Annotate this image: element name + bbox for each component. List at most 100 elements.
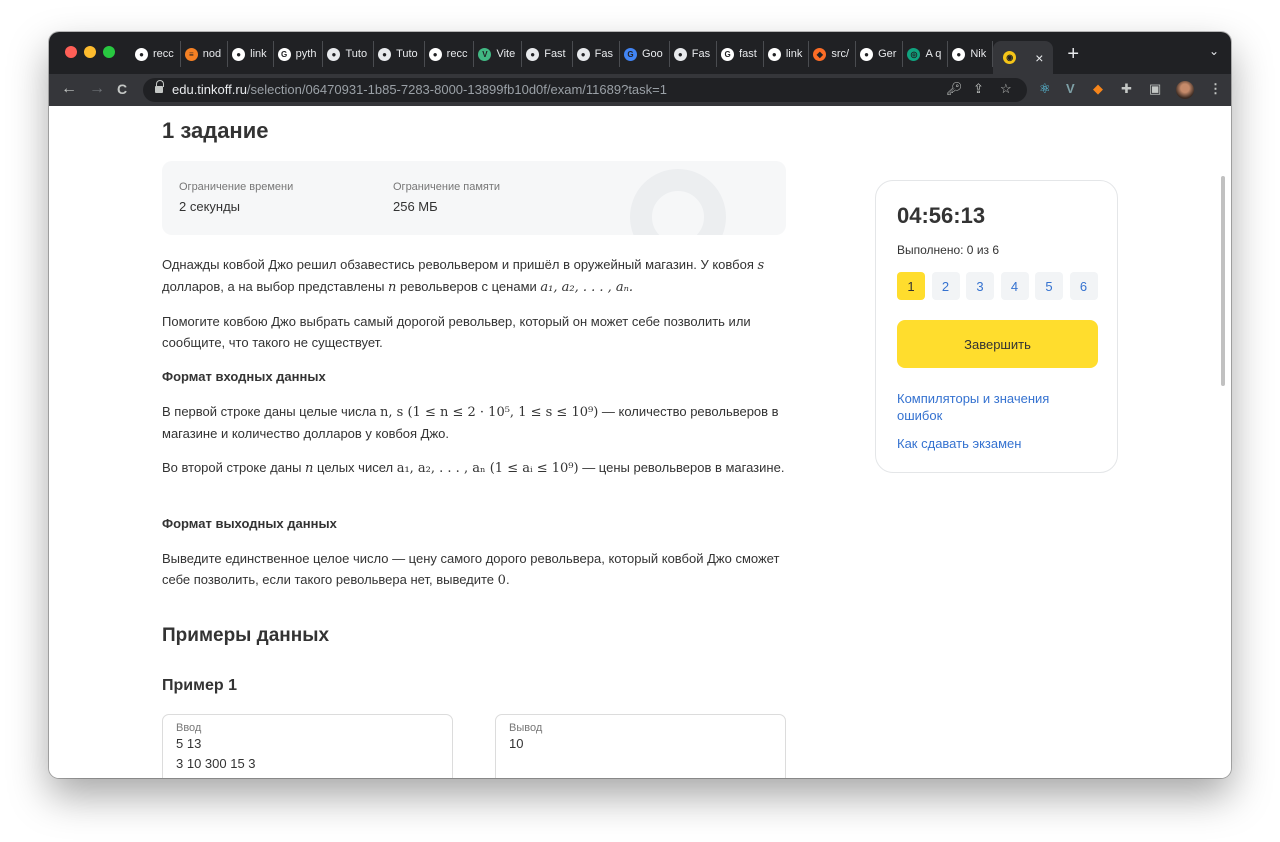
dark-circle-icon: ●: [576, 47, 590, 61]
extensions-puzzle-icon[interactable]: ✚: [1121, 81, 1132, 97]
statement-text: долларов, а на выбор представлены: [162, 279, 389, 294]
input-format-heading: Формат входных данных: [162, 369, 326, 384]
forward-button[interactable]: →: [89, 80, 105, 98]
back-button[interactable]: ←: [61, 80, 77, 98]
exam-status-card: 04:56:13 Выполнено: 0 из 6 1 2 3 4 5 6 З…: [875, 180, 1118, 473]
page-scrollbar[interactable]: [1221, 176, 1225, 386]
task-number-list: 1 2 3 4 5 6: [897, 272, 1104, 300]
tab-label: A q: [925, 48, 942, 60]
task-number-button-6[interactable]: 6: [1069, 272, 1098, 300]
task-number-button-1[interactable]: 1: [897, 272, 925, 300]
url-path: /selection/06470931-1b85-7283-8000-13899…: [246, 82, 667, 97]
browser-tab[interactable]: ● link: [228, 41, 274, 67]
task-number-button-4[interactable]: 4: [1000, 272, 1029, 300]
chrome-menu-icon[interactable]: ⋮: [1209, 81, 1222, 97]
new-tab-button[interactable]: +: [1067, 41, 1079, 67]
task-title: 1 задание: [162, 118, 269, 143]
math-constraints: n, s (1 ≤ n ≤ 2 · 10⁵, 1 ≤ s ≤ 10⁹): [380, 405, 599, 420]
key-icon[interactable]: 🔑︎: [946, 81, 963, 97]
browser-tab[interactable]: ● Fas: [573, 41, 620, 67]
google-icon: G: [277, 47, 291, 61]
reload-button[interactable]: C: [117, 80, 127, 98]
statement-paragraph-2: Помогите ковбою Джо выбрать самый дорого…: [162, 314, 751, 350]
browser-tab[interactable]: Gpyth: [274, 41, 324, 67]
memory-limit: Ограничение памяти 256 МБ: [393, 181, 500, 214]
minimize-window-button[interactable]: [84, 46, 96, 58]
finish-exam-button[interactable]: Завершить: [897, 320, 1098, 368]
browser-tab[interactable]: ≡ nod: [181, 41, 229, 67]
browser-tab[interactable]: ● Tuto: [323, 41, 375, 67]
input-format-paragraph-2: Во второй строке даны n целых чисел a₁, …: [162, 457, 786, 479]
tab-label: Ger: [878, 48, 897, 60]
statement-text: револьверов с ценами: [396, 279, 541, 294]
active-browser-tab[interactable]: ◉ ×: [993, 41, 1054, 74]
vue-devtools-icon[interactable]: V: [1066, 81, 1075, 97]
browser-tab[interactable]: ● Tuto: [374, 41, 425, 67]
browser-tab[interactable]: ◎ A q: [903, 41, 949, 67]
example-output-box[interactable]: Вывод 10: [495, 714, 786, 778]
share-icon[interactable]: ⇪: [973, 81, 984, 97]
tab-label: Nik: [970, 48, 987, 60]
tab-label: src/: [831, 48, 850, 60]
example-input-box[interactable]: Ввод 5 13 3 10 300 15 3: [162, 714, 453, 778]
example-input-line: 3 10 300 15 3: [176, 756, 256, 771]
how-to-submit-link[interactable]: Как сдавать экзамен: [897, 435, 1097, 452]
input-format-paragraph-1: В первой строке даны целые числа n, s (1…: [162, 401, 786, 444]
side-panel-icon[interactable]: ▣: [1149, 81, 1161, 97]
math-sequence: a₁, a₂, . . . , aₙ.: [540, 280, 634, 295]
github-icon: ●: [135, 47, 148, 61]
browser-tab[interactable]: ● Nik: [948, 41, 994, 67]
browser-tab[interactable]: ● Fas: [670, 41, 718, 67]
tab-label: pyth: [295, 48, 317, 60]
tab-label: recc: [446, 48, 468, 60]
memory-limit-label: Ограничение памяти: [393, 181, 501, 193]
browser-tab[interactable]: ● Ger: [856, 41, 904, 67]
task-number-button-5[interactable]: 5: [1035, 272, 1063, 300]
stack-icon: ≡: [184, 47, 198, 61]
tab-label: nod: [202, 48, 222, 60]
input-text: В первой строке даны целые числа: [162, 404, 381, 419]
tab-label: Fast: [544, 48, 566, 60]
example-output-label: Вывод: [509, 722, 543, 734]
example-title: Пример 1: [162, 677, 237, 694]
dark-circle-icon: ●: [378, 47, 392, 61]
tabs-list: ● recc ≡ nod ● link Gpyth ● Tuto ● Tuto ● recc V Vite ●…: [131, 41, 1079, 74]
close-window-button[interactable]: [65, 46, 77, 58]
countdown-timer: 04:56:13: [897, 203, 986, 228]
time-limit: Ограничение времени 2 секунды: [179, 181, 293, 214]
metamask-icon[interactable]: ◆: [1093, 81, 1103, 97]
browser-tab[interactable]: Gfast: [717, 41, 764, 67]
browser-tab[interactable]: ● recc: [425, 41, 475, 67]
vue-icon: V: [478, 47, 492, 61]
task-number-button-2[interactable]: 2: [931, 272, 960, 300]
maximize-window-button[interactable]: [103, 46, 115, 58]
bookmark-star-icon[interactable]: ☆: [1000, 81, 1012, 97]
address-bar[interactable]: edu.tinkoff.ru/selection/06470931-1b85-7…: [143, 78, 1027, 102]
browser-tab[interactable]: ● link: [764, 41, 810, 67]
github-icon: ●: [232, 47, 246, 61]
browser-tab[interactable]: ● recc: [131, 41, 181, 67]
example-input-line: 5 13: [176, 736, 202, 751]
browser-toolbar: ← → C edu.tinkoff.ru/selection/06470931-…: [49, 74, 1231, 106]
tab-label: link: [250, 48, 267, 60]
browser-tab[interactable]: V Vite: [474, 41, 523, 67]
task-number-button-3[interactable]: 3: [966, 272, 994, 300]
browser-tab[interactable]: ◆ src/: [809, 41, 857, 67]
browser-tab[interactable]: G Goo: [620, 41, 670, 67]
tinkoff-logo-icon: ◉: [1003, 51, 1017, 64]
input-text: Во второй строке даны: [162, 460, 306, 475]
compilers-link[interactable]: Компиляторы и значения ошибок: [897, 390, 1097, 424]
tab-label: Tuto: [396, 48, 418, 60]
close-tab-icon[interactable]: ×: [1035, 50, 1043, 66]
profile-avatar[interactable]: [1176, 81, 1194, 99]
tab-label: fast: [739, 48, 757, 60]
browser-tab[interactable]: ● Fast: [522, 41, 573, 67]
example-output-line: 10: [509, 736, 524, 751]
react-devtools-icon[interactable]: ⚛: [1039, 81, 1051, 97]
math-zero: 0: [497, 573, 506, 588]
tab-search-button[interactable]: ⌄: [1209, 44, 1219, 58]
lock-icon: [155, 80, 164, 94]
tab-label: Fas: [691, 48, 711, 60]
dark-circle-icon: ●: [673, 47, 687, 61]
translate-icon: G: [623, 47, 637, 61]
